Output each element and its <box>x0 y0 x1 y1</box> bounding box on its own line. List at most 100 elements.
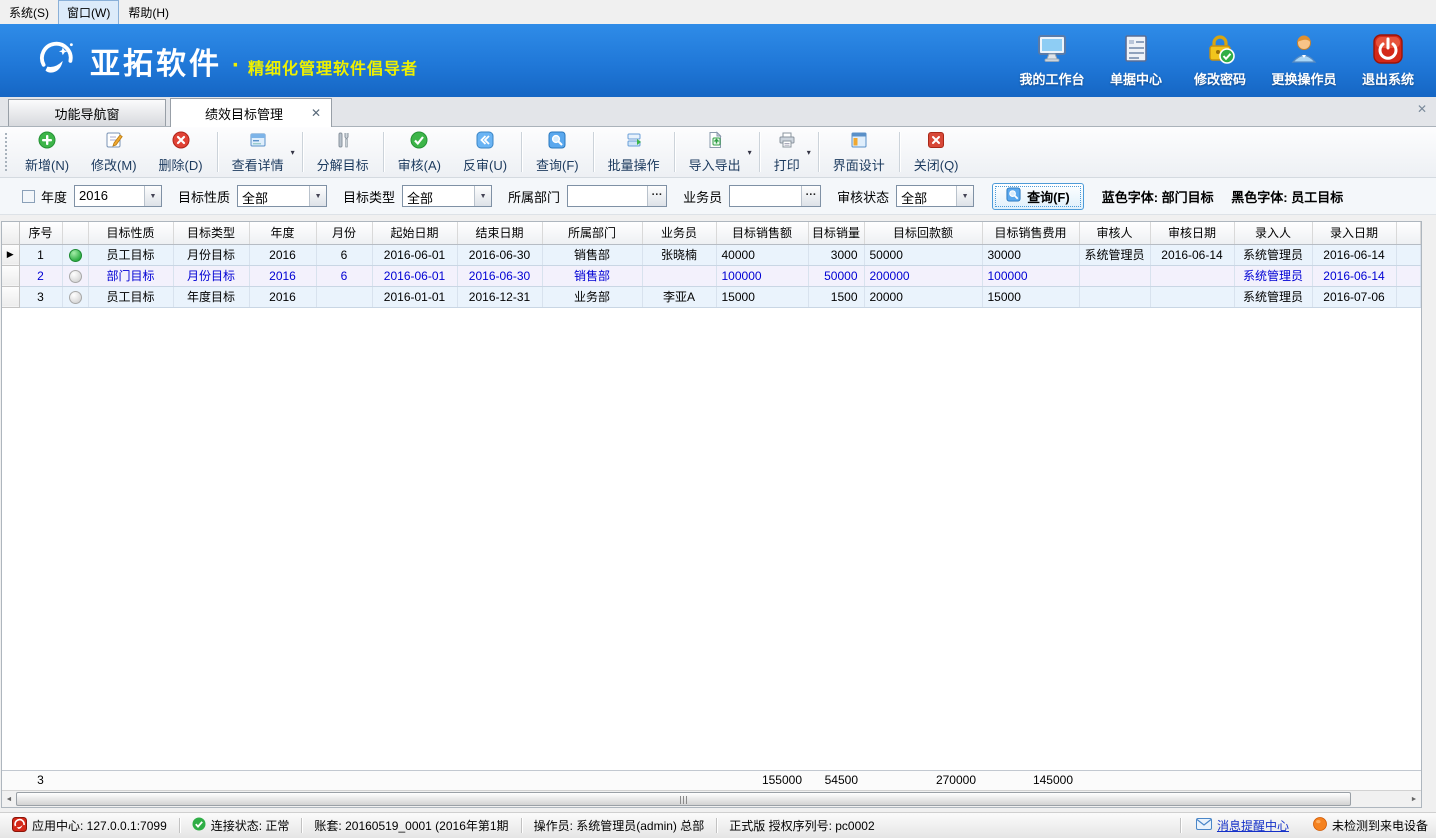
add-button[interactable]: 新增(N) <box>14 129 80 175</box>
import-export-button[interactable]: 导入导出 <box>678 129 752 175</box>
tab-performance-goal[interactable]: 绩效目标管理 ✕ <box>170 98 332 127</box>
tab-close-icon[interactable]: ✕ <box>309 106 323 120</box>
col-dept[interactable]: 所属部门 <box>542 222 642 244</box>
col-status[interactable] <box>62 222 88 244</box>
modify-button[interactable]: 修改(M) <box>80 129 148 175</box>
import-export-dropdown-icon[interactable]: ▾ <box>748 148 752 157</box>
chevron-down-icon[interactable]: ▼ <box>474 186 491 206</box>
cell-sales-amount: 100000 <box>716 265 808 286</box>
salesman-lookup-icon[interactable]: ··· <box>801 186 820 206</box>
col-expense[interactable]: 目标销售费用 <box>982 222 1079 244</box>
toolbar-separator <box>899 132 900 172</box>
app-center-text: 应用中心: 127.0.0.1:7099 <box>32 817 167 834</box>
col-year[interactable]: 年度 <box>249 222 316 244</box>
tabstrip-close-icon[interactable]: ✕ <box>1417 102 1427 116</box>
documents-icon <box>1121 34 1151 67</box>
scrollbar-thumb[interactable] <box>16 792 1351 806</box>
table-row[interactable]: ▶ 1 员工目标 月份目标 2016 6 2016-06-01 2016-06-… <box>2 244 1421 265</box>
menu-system[interactable]: 系统(S) <box>0 0 58 25</box>
table-row[interactable]: 3 员工目标 年度目标 2016 2016-01-01 2016-12-31 业… <box>2 286 1421 307</box>
type-select[interactable]: 全部 ▼ <box>402 185 492 207</box>
col-end-date[interactable]: 结束日期 <box>457 222 542 244</box>
nature-select-value: 全部 <box>238 186 309 206</box>
col-sales-qty[interactable]: 目标销量 <box>808 222 864 244</box>
unaudit-button[interactable]: 反审(U) <box>452 129 518 175</box>
query-button[interactable]: 查询(F) <box>992 183 1084 210</box>
delete-button[interactable]: 删除(D) <box>148 129 214 175</box>
view-detail-dropdown-icon[interactable]: ▾ <box>291 148 295 157</box>
close-button[interactable]: 关闭(Q) <box>903 129 970 175</box>
cell-start-date: 2016-06-01 <box>372 265 457 286</box>
change-password-button[interactable]: 修改密码 <box>1178 34 1262 88</box>
cell-sales-amount: 40000 <box>716 244 808 265</box>
cell-audit-date <box>1150 265 1234 286</box>
col-sales-amount[interactable]: 目标销售额 <box>716 222 808 244</box>
dept-input[interactable] <box>568 186 647 206</box>
col-start-date[interactable]: 起始日期 <box>372 222 457 244</box>
search-icon <box>548 131 566 152</box>
year-checkbox[interactable] <box>22 190 35 203</box>
dept-lookup-icon[interactable]: ··· <box>647 186 666 206</box>
toolbar-group-close: 关闭(Q) <box>903 129 970 175</box>
filter-bar: 年度 2016 ▼ 目标性质 全部 ▼ 目标类型 全部 ▼ 所属部门 ··· 业… <box>0 178 1436 215</box>
col-month[interactable]: 月份 <box>316 222 372 244</box>
col-seq[interactable]: 序号 <box>19 222 62 244</box>
cell-dept: 销售部 <box>542 244 642 265</box>
workbench-button[interactable]: 我的工作台 <box>1010 34 1094 88</box>
print-dropdown-icon[interactable]: ▾ <box>807 148 811 157</box>
cell-year: 2016 <box>249 265 316 286</box>
horizontal-scrollbar[interactable]: ◄ ► <box>2 790 1421 807</box>
salesman-input[interactable] <box>730 186 801 206</box>
batch-operation-button[interactable]: 批量操作 <box>597 129 671 175</box>
toolbar-drag-handle[interactable] <box>5 133 9 171</box>
account-status: 账套: 20160519_0001 (2016年第1期 <box>302 817 520 834</box>
type-select-value: 全部 <box>403 186 474 206</box>
chevron-down-icon[interactable]: ▼ <box>144 186 161 206</box>
exit-system-button[interactable]: 退出系统 <box>1346 34 1430 88</box>
view-detail-button[interactable]: 查看详情 <box>221 129 295 175</box>
toolbar-group-edit: 新增(N) 修改(M) 删除(D) <box>14 129 214 175</box>
decompose-goal-label: 分解目标 <box>317 155 369 174</box>
col-creator[interactable]: 录入人 <box>1234 222 1312 244</box>
query-toolbar-button[interactable]: 查询(F) <box>525 129 590 175</box>
summary-sales-amount: 155000 <box>716 770 808 790</box>
batch-operation-label: 批量操作 <box>608 155 660 174</box>
summary-row: 3 155000 54500 270000 145000 <box>2 770 1421 791</box>
year-select[interactable]: 2016 ▼ <box>74 185 162 207</box>
ui-design-button[interactable]: 界面设计 <box>822 129 896 175</box>
switch-operator-button[interactable]: 更换操作员 <box>1262 34 1346 88</box>
toolbar-separator <box>217 132 218 172</box>
mail-icon <box>1196 818 1212 833</box>
document-center-button[interactable]: 单据中心 <box>1094 34 1178 88</box>
printer-icon <box>778 131 796 152</box>
tab-nav-window[interactable]: 功能导航窗 <box>8 99 166 126</box>
row-pointer-icon: ▶ <box>7 249 14 259</box>
print-button[interactable]: 打印 <box>763 129 811 175</box>
scroll-left-icon[interactable]: ◄ <box>2 791 16 807</box>
menu-help[interactable]: 帮助(H) <box>119 0 178 25</box>
chevron-down-icon[interactable]: ▼ <box>309 186 326 206</box>
message-center-link[interactable]: 消息提醒中心 <box>1168 817 1301 834</box>
status-gray-icon <box>69 291 82 304</box>
toolbar-separator <box>383 132 384 172</box>
audit-select[interactable]: 全部 ▼ <box>896 185 974 207</box>
message-center-label[interactable]: 消息提醒中心 <box>1217 817 1289 834</box>
col-auditor[interactable]: 审核人 <box>1079 222 1150 244</box>
menu-window[interactable]: 窗口(W) <box>58 0 119 25</box>
decompose-goal-button[interactable]: 分解目标 <box>306 129 380 175</box>
workbench-label: 我的工作台 <box>1019 69 1084 88</box>
audit-button[interactable]: 审核(A) <box>387 129 452 175</box>
col-audit-date[interactable]: 审核日期 <box>1150 222 1234 244</box>
col-create-date[interactable]: 录入日期 <box>1312 222 1396 244</box>
nature-select[interactable]: 全部 ▼ <box>237 185 327 207</box>
col-type[interactable]: 目标类型 <box>173 222 249 244</box>
scroll-right-icon[interactable]: ► <box>1407 791 1421 807</box>
table-row[interactable]: 2 部门目标 月份目标 2016 6 2016-06-01 2016-06-30… <box>2 265 1421 286</box>
chevron-down-icon[interactable]: ▼ <box>956 186 973 206</box>
col-receivable[interactable]: 目标回款额 <box>864 222 982 244</box>
app-center-status: 应用中心: 127.0.0.1:7099 <box>0 817 179 835</box>
ui-design-label: 界面设计 <box>833 155 885 174</box>
col-salesman[interactable]: 业务员 <box>642 222 716 244</box>
col-nature[interactable]: 目标性质 <box>88 222 173 244</box>
legend-dept-target: 蓝色字体: 部门目标 <box>1102 190 1214 205</box>
